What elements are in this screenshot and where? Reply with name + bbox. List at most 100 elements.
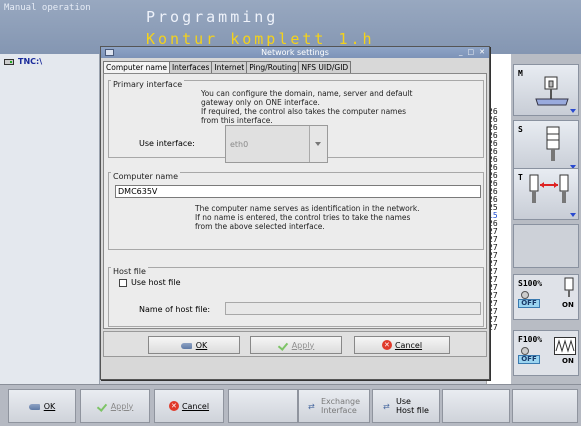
host-file-name-label: Name of host file: [139,305,211,314]
label-line: Use [396,397,411,406]
network-settings-dialog: Network settings _ □ ✕ Computer name Int… [100,46,490,380]
computer-name-group: Computer name DMC635V The computer name … [108,172,484,250]
info-line: If required, the control also takes the … [201,107,407,116]
tool-change-icon [529,174,569,203]
m-function-softkey[interactable]: M [513,64,579,116]
tab-interfaces[interactable]: Interfaces [168,61,213,73]
softkey-exchange-interface[interactable]: ⇄ Exchange Interface [298,389,370,423]
feed-wave-icon [554,337,576,355]
softkey-empty-2 [442,389,510,423]
softkey-corner-icon [570,213,576,217]
checkmark-icon [97,402,108,411]
cancel-icon: ✕ [381,340,392,350]
feed-override[interactable]: F100% OFF ON [513,330,579,376]
primary-interface-title: Primary interface [111,80,185,89]
info-line: If no name is entered, the control tries… [195,213,411,222]
empty-softkey [513,224,579,268]
window-controls: _ □ ✕ [459,47,485,58]
drive-icon [4,58,14,65]
softkey-cancel[interactable]: ✕ Cancel [154,389,224,423]
programming-mode-title: Programming [146,8,279,26]
use-interface-label: Use interface: [139,139,195,148]
computer-name-title: Computer name [111,172,180,181]
use-host-file-checkbox[interactable] [119,279,127,287]
ok-button-label: OK [195,340,208,350]
override-off-badge: OFF [518,299,540,308]
tab-content: Primary interface You can configure the … [103,73,487,329]
spindle-small-icon [564,277,574,297]
apply-button[interactable]: Apply [250,336,342,354]
drive-tree-item[interactable]: TNC:\ [4,57,42,66]
softkey-apply[interactable]: Apply [80,389,150,423]
t-tool-softkey[interactable]: T [513,168,579,220]
machine-table-icon [535,76,569,106]
exchange-interface-label: Exchange Interface [321,397,360,415]
feed-override-value: F100% [518,335,543,344]
use-interface-select[interactable]: eth0 [225,125,328,163]
cancel-icon: ✕ [168,401,179,411]
s-spindle-softkey[interactable]: S [513,120,579,172]
potentiometer-icon [521,347,529,355]
right-softkey-column: M S T S100% OFF ON F100% OFF ON [511,54,581,384]
network-exchange-icon: ⇄ [307,401,315,411]
label-line: Interface [320,406,357,415]
maximize-icon[interactable]: □ [468,47,475,58]
info-line: gateway only on ONE interface. [201,98,320,107]
ok-hand-icon [28,402,41,411]
host-file-group: Host file Use host file Name of host fil… [108,267,484,327]
info-line: The computer name serves as identificati… [195,204,420,213]
potentiometer-icon [521,291,529,299]
cancel-button-label: Cancel [394,340,423,350]
override-on-label: ON [562,357,574,365]
m-softkey-label: M [518,69,523,78]
primary-interface-group: Primary interface You can configure the … [108,80,484,163]
host-file-icon: ⇄ [383,401,390,411]
bottom-softkey-bar: OK Apply ✕ Cancel ⇄ Exchange Interface ⇄… [0,384,581,426]
spindle-override-value: S100% [518,279,543,288]
chevron-down-icon[interactable] [309,126,327,162]
spindle-icon [546,126,560,161]
softkey-empty-3 [512,389,578,423]
minimize-icon[interactable]: _ [459,47,463,58]
softkey-empty-1 [228,389,298,423]
use-host-file-label: Use host file [131,278,181,287]
drive-label: TNC:\ [18,57,43,66]
s-softkey-label: S [518,125,523,134]
window-menu-icon[interactable] [105,49,114,56]
softkey-corner-icon [570,109,576,113]
tab-nfs-uid-gid[interactable]: NFS UID/GID [298,61,352,73]
dialog-titlebar: Network settings _ □ ✕ [101,47,489,58]
apply-button-label: Apply [291,340,315,350]
softkey-use-host-file[interactable]: ⇄ Use Host file [372,389,440,423]
softkey-apply-label: Apply [110,401,134,411]
checkmark-icon [278,341,289,350]
tab-ping-routing[interactable]: Ping/Routing [246,61,300,73]
info-line: You can configure the domain, name, serv… [201,89,413,98]
file-tree-panel: TNC:\ [0,54,100,384]
host-file-title: Host file [111,267,148,276]
close-icon[interactable]: ✕ [479,47,485,58]
override-off-badge: OFF [518,355,540,364]
spindle-override[interactable]: S100% OFF ON [513,274,579,320]
dialog-button-bar: OK Apply ✕ Cancel [103,331,487,357]
primary-interface-info: You can configure the domain, name, serv… [201,89,412,125]
tab-bar: Computer name Interfaces Internet Ping/R… [103,61,352,74]
cancel-button[interactable]: ✕ Cancel [354,336,450,354]
computer-name-info: The computer name serves as identificati… [195,204,420,231]
tab-internet[interactable]: Internet [211,61,248,73]
softkey-cancel-label: Cancel [181,401,210,411]
softkey-ok[interactable]: OK [8,389,76,423]
computer-name-input[interactable]: DMC635V [115,185,481,198]
ok-button[interactable]: OK [148,336,240,354]
use-host-file-label: Use Host file [396,397,429,415]
label-line: Host file [396,406,429,415]
label-line: Exchange [320,397,361,406]
info-line: from this interface. [201,116,273,125]
host-file-name-input[interactable] [225,302,481,315]
dialog-title: Network settings [261,48,329,57]
use-interface-value: eth0 [230,140,249,149]
operating-mode-label: Manual operation [4,3,91,13]
ok-hand-icon [180,341,193,350]
override-on-label: ON [562,301,574,309]
info-line: from the above selected interface. [195,222,325,231]
